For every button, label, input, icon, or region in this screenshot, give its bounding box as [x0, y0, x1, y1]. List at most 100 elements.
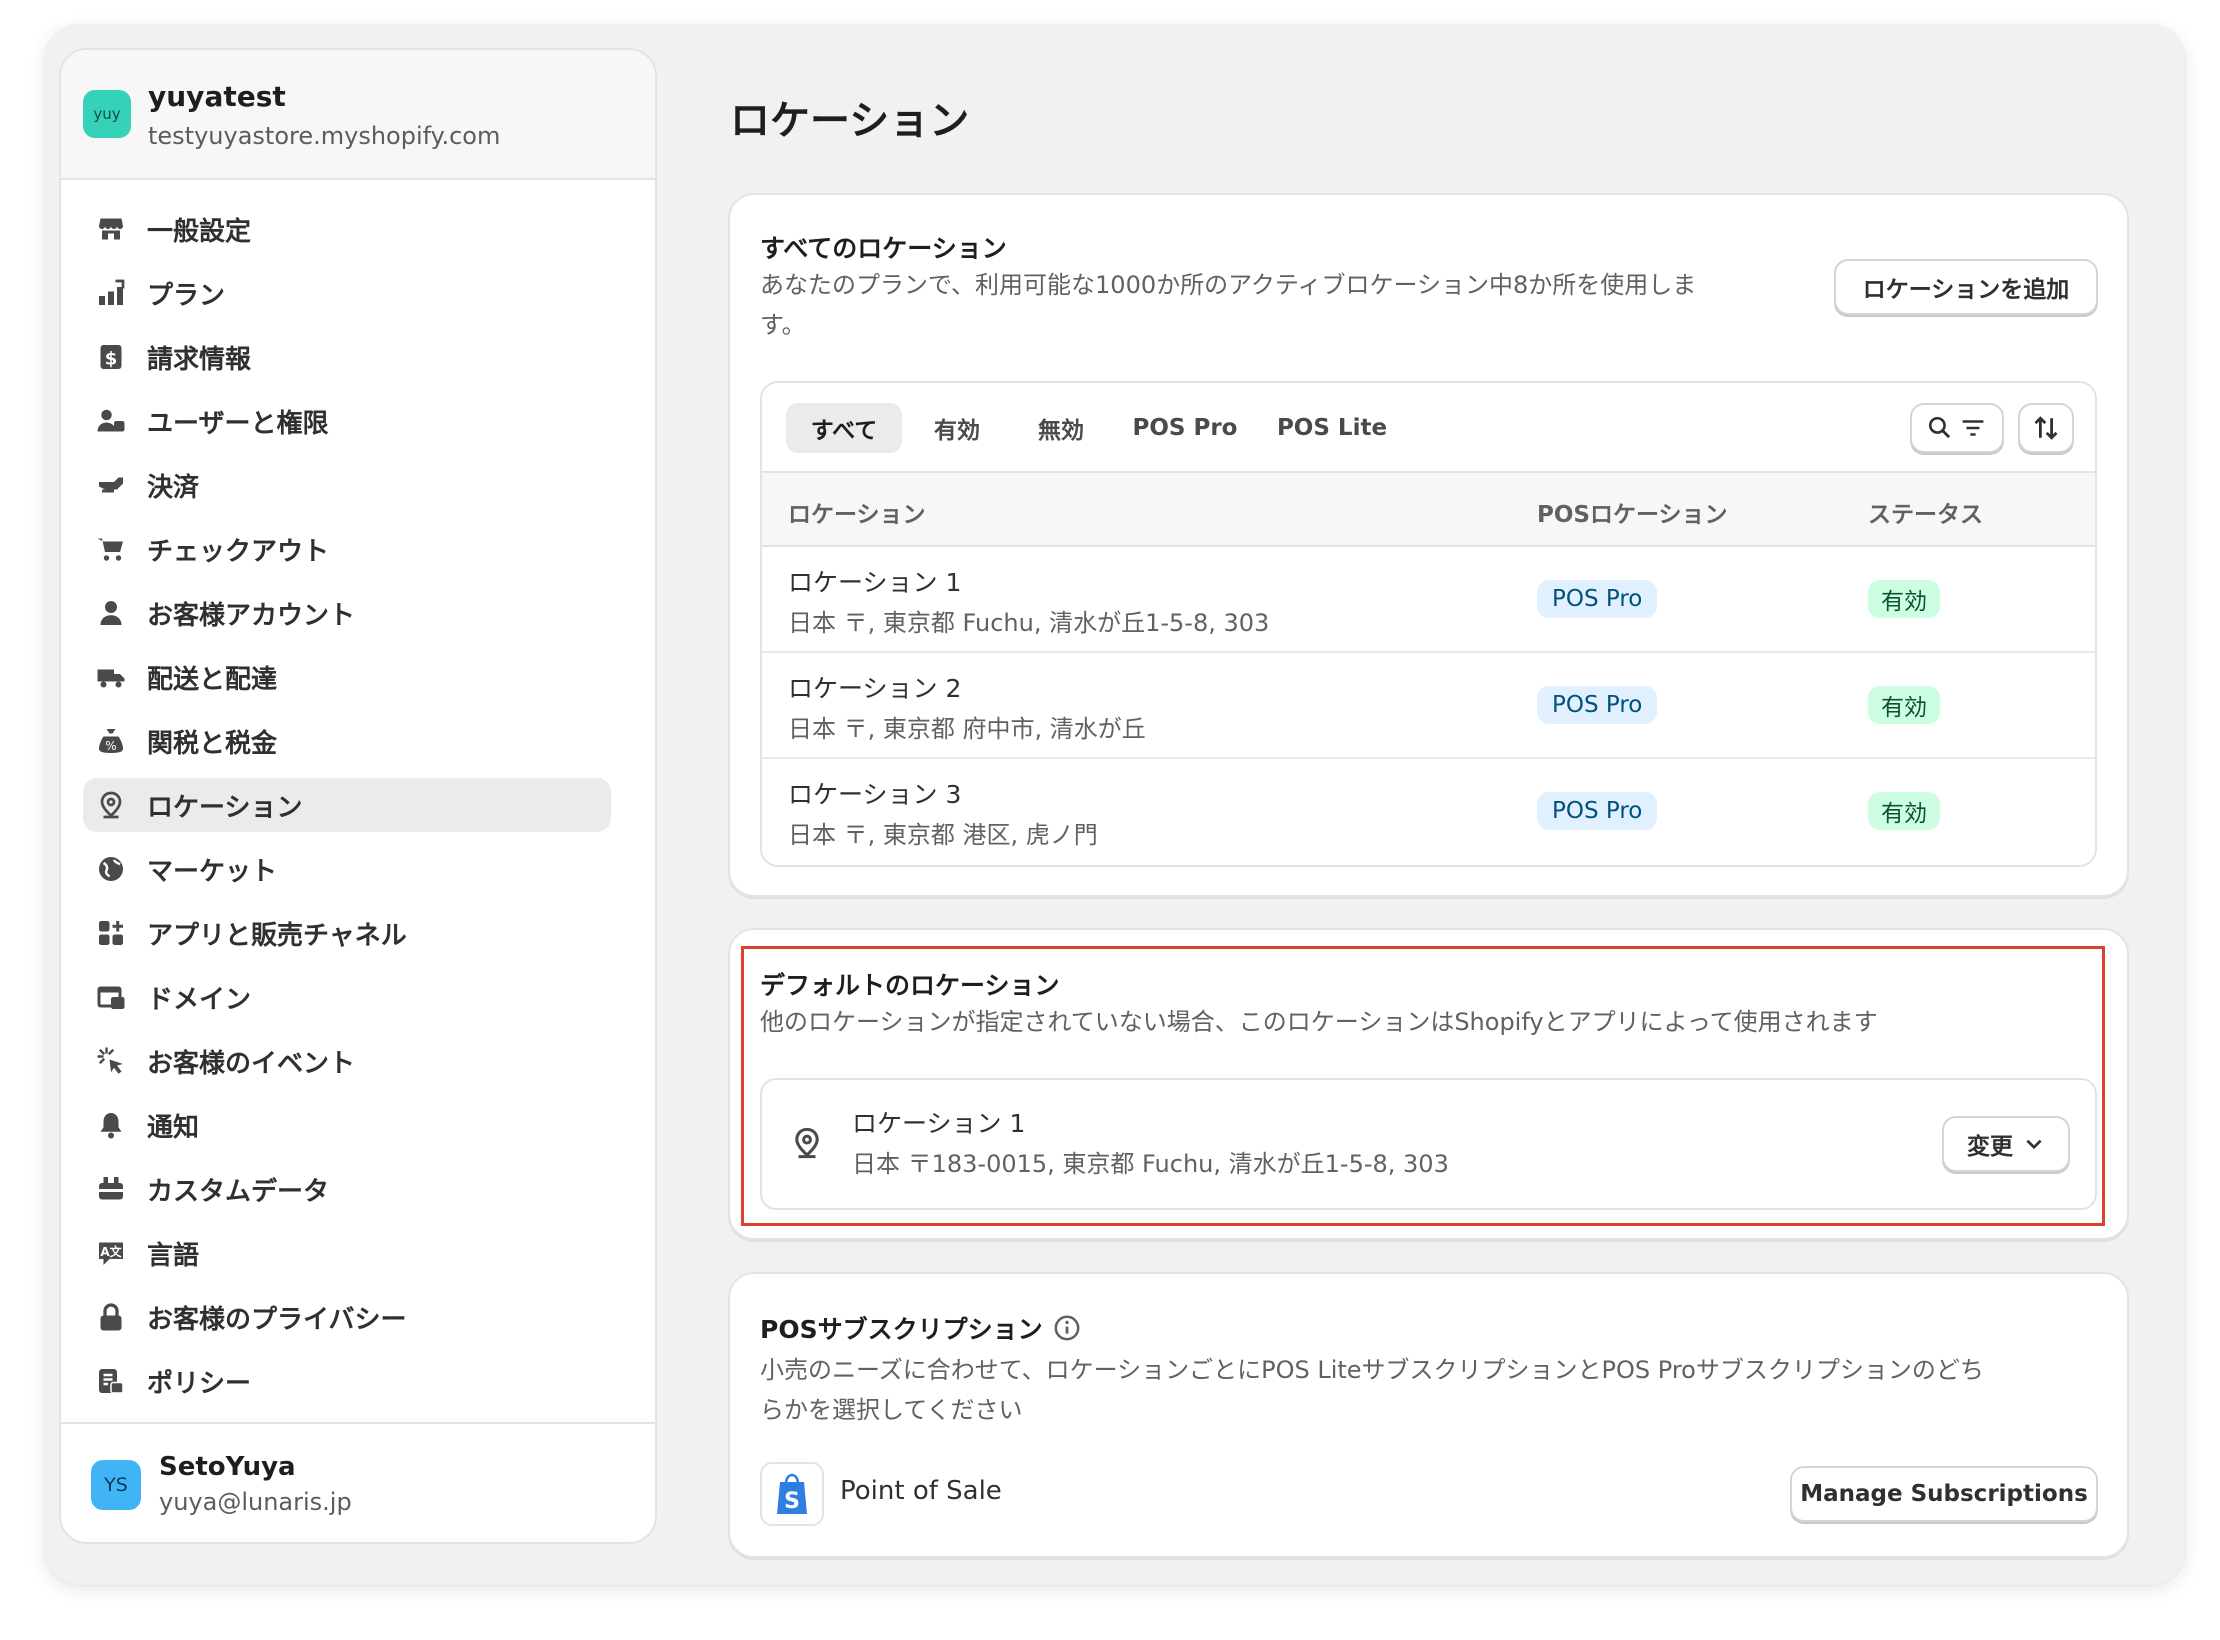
tab-inactive[interactable]: 無効	[1016, 403, 1106, 453]
all-locations-card: すべてのロケーション あなたのプランで、利用可能な1000か所のアクティブロケー…	[728, 193, 2129, 897]
store-icon	[95, 213, 127, 245]
status-badge: 有効	[1868, 580, 1940, 618]
svg-text:%: %	[105, 739, 116, 753]
sidebar-item-label: ポリシー	[147, 1368, 252, 1399]
custom-data-icon	[95, 1173, 127, 1205]
sidebar-item-markets[interactable]: マーケット	[83, 842, 611, 896]
payment-hand-icon	[95, 469, 127, 501]
sidebar-item-label: ユーザーと権限	[147, 408, 329, 439]
sidebar-item-taxes[interactable]: % 関税と税金	[83, 714, 611, 768]
apps-icon	[95, 917, 127, 949]
tab-active[interactable]: 有効	[912, 403, 1002, 453]
card-description: あなたのプランで、利用可能な1000か所のアクティブロケーション中8か所を使用し…	[760, 271, 1697, 339]
location-address: 日本 〒, 東京都 府中市, 清水が丘	[788, 715, 1146, 743]
location-address: 日本 〒, 東京都 港区, 虎ノ門	[788, 821, 1098, 849]
sidebar-item-payments[interactable]: 決済	[83, 458, 611, 512]
column-header-pos-location: POSロケーション	[1537, 502, 1728, 528]
cart-icon	[95, 533, 127, 565]
sidebar-item-label: お客様のプライバシー	[147, 1304, 407, 1335]
policy-icon	[95, 1365, 127, 1397]
store-domain: testyuyastore.myshopify.com	[148, 122, 501, 150]
sidebar-item-label: 関税と税金	[147, 728, 278, 759]
svg-text:S: S	[784, 1489, 800, 1514]
settings-sidebar: yuy yuyatest testyuyastore.myshopify.com…	[59, 48, 657, 1544]
highlight-box	[741, 946, 2105, 1226]
sidebar-item-custom-data[interactable]: カスタムデータ	[83, 1162, 611, 1216]
truck-icon	[95, 661, 127, 693]
sidebar-item-languages[interactable]: A文 言語	[83, 1226, 611, 1280]
filter-tabs: すべて 有効 無効 POS Pro POS Lite	[762, 383, 2095, 473]
column-header-location: ロケーション	[788, 502, 926, 528]
globe-icon	[95, 853, 127, 885]
card-description: 小売のニーズに合わせて、ロケーションごとにPOS LiteサブスクリプションとP…	[760, 1356, 1984, 1424]
pos-app-icon: S	[760, 1462, 824, 1526]
card-title: すべてのロケーション	[760, 234, 1007, 263]
sidebar-item-label: プラン	[147, 280, 226, 311]
sidebar-item-label: カスタムデータ	[147, 1176, 330, 1207]
table-row[interactable]: ロケーション 1 日本 〒, 東京都 Fuchu, 清水が丘1-5-8, 303…	[762, 547, 2095, 653]
plan-chart-icon	[95, 277, 127, 309]
sidebar-item-billing[interactable]: $ 請求情報	[83, 330, 611, 384]
sidebar-item-label: 配送と配達	[147, 664, 278, 695]
language-icon: A文	[95, 1237, 127, 1269]
tax-bag-icon: %	[95, 725, 127, 757]
tab-pos-pro[interactable]: POS Pro	[1120, 403, 1250, 453]
location-name: ロケーション 2	[788, 674, 962, 703]
sidebar-item-customer-accounts[interactable]: お客様アカウント	[83, 586, 611, 640]
pos-app-name: Point of Sale	[840, 1476, 1002, 1506]
sidebar-item-label: お客様のイベント	[147, 1048, 356, 1079]
location-pin-icon	[95, 789, 127, 821]
user-avatar: YS	[91, 1460, 141, 1510]
add-location-button[interactable]: ロケーションを追加	[1834, 259, 2098, 315]
sidebar-item-domains[interactable]: ドメイン	[83, 970, 611, 1024]
sidebar-item-label: ドメイン	[147, 984, 252, 1015]
page-title: ロケーション	[730, 98, 970, 144]
location-name: ロケーション 1	[788, 568, 962, 597]
tab-all[interactable]: すべて	[786, 403, 902, 453]
sidebar-item-label: 決済	[147, 472, 200, 503]
filter-lines-icon	[1962, 420, 1984, 436]
pos-badge: POS Pro	[1537, 792, 1658, 830]
sidebar-item-label: 言語	[147, 1240, 200, 1271]
settings-nav: 一般設定 プラン $ 請求情報 ユーザーと権限 決済 チェックアウト お客様アカ…	[83, 202, 611, 1418]
info-icon[interactable]	[1053, 1314, 1081, 1342]
store-name: yuyatest	[148, 80, 286, 113]
sort-arrows-icon	[2034, 416, 2058, 440]
table-row[interactable]: ロケーション 3 日本 〒, 東京都 港区, 虎ノ門 POS Pro 有効	[762, 759, 2095, 863]
table-header: ロケーション POSロケーション ステータス	[762, 473, 2095, 547]
sidebar-item-customer-privacy[interactable]: お客様のプライバシー	[83, 1290, 611, 1344]
sidebar-item-apps[interactable]: アプリと販売チャネル	[83, 906, 611, 960]
search-icon	[1928, 416, 1951, 439]
sidebar-item-shipping[interactable]: 配送と配達	[83, 650, 611, 704]
status-badge: 有効	[1868, 686, 1940, 724]
status-badge: 有効	[1868, 792, 1940, 830]
user-account[interactable]: YS SetoYuya yuya@lunaris.jp	[61, 1422, 655, 1542]
location-name: ロケーション 3	[788, 780, 962, 809]
sidebar-item-general[interactable]: 一般設定	[83, 202, 611, 256]
sidebar-item-label: お客様アカウント	[147, 600, 356, 631]
shopify-bag-icon: S	[777, 1473, 807, 1514]
sidebar-item-checkout[interactable]: チェックアウト	[83, 522, 611, 576]
sidebar-item-label: マーケット	[147, 856, 278, 887]
store-switcher[interactable]: yuy yuyatest testyuyastore.myshopify.com	[61, 50, 655, 180]
locations-table: すべて 有効 無効 POS Pro POS Lite ロケーション POSロケー…	[760, 381, 2097, 867]
billing-icon: $	[95, 341, 127, 373]
store-avatar: yuy	[83, 90, 131, 138]
svg-text:A文: A文	[100, 1244, 122, 1259]
sort-button[interactable]	[2018, 403, 2074, 453]
manage-subscriptions-button[interactable]: Manage Subscriptions	[1790, 1466, 2098, 1522]
tab-pos-lite[interactable]: POS Lite	[1262, 403, 1402, 453]
sidebar-item-plan[interactable]: プラン	[83, 266, 611, 320]
sidebar-item-label: チェックアウト	[147, 536, 330, 567]
user-email: yuya@lunaris.jp	[159, 1488, 352, 1516]
sidebar-item-policies[interactable]: ポリシー	[83, 1354, 611, 1408]
sidebar-item-users[interactable]: ユーザーと権限	[83, 394, 611, 448]
table-row[interactable]: ロケーション 2 日本 〒, 東京都 府中市, 清水が丘 POS Pro 有効	[762, 653, 2095, 759]
sidebar-item-locations[interactable]: ロケーション	[83, 778, 611, 832]
sidebar-item-customer-events[interactable]: お客様のイベント	[83, 1034, 611, 1088]
sidebar-item-notifications[interactable]: 通知	[83, 1098, 611, 1152]
sidebar-item-label: 一般設定	[147, 216, 252, 247]
person-icon	[95, 597, 127, 629]
column-header-status: ステータス	[1868, 502, 1983, 528]
search-filter-button[interactable]	[1910, 403, 2004, 453]
